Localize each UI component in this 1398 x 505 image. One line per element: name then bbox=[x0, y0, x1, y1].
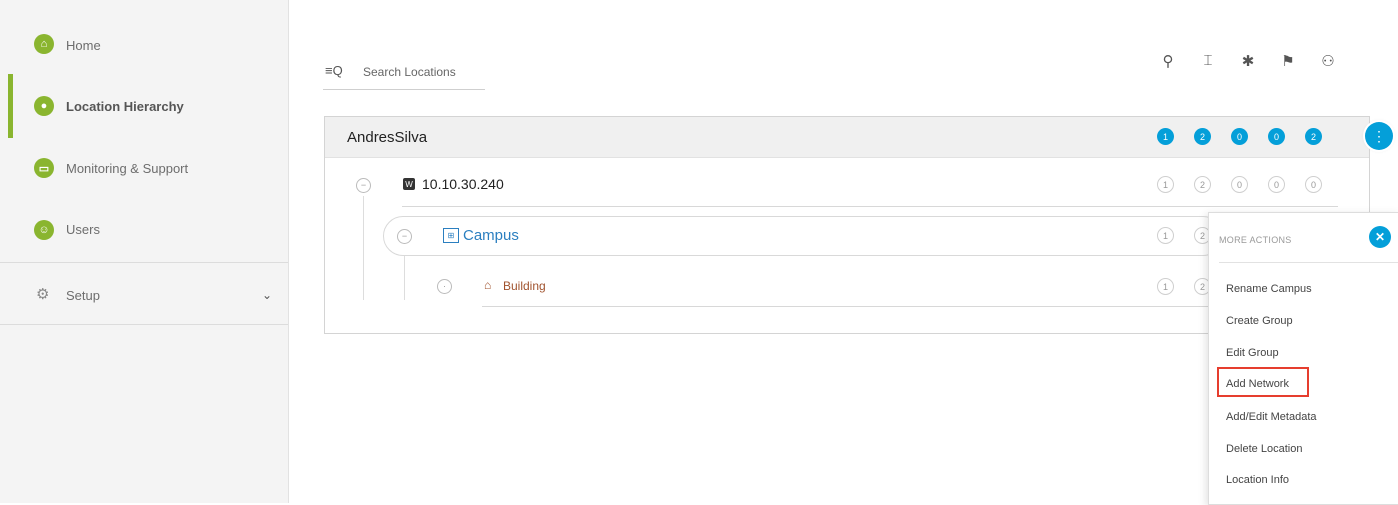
user-icon[interactable]: ⚇ bbox=[1308, 52, 1348, 70]
sidebar-item-label: Location Hierarchy bbox=[66, 99, 184, 114]
menu-title: MORE ACTIONS bbox=[1219, 235, 1292, 245]
sidebar-item-users[interactable]: ☺ Users bbox=[0, 200, 288, 260]
count-badge: 2 bbox=[1305, 128, 1322, 145]
sidebar-item-monitoring-support[interactable]: ▭ Monitoring & Support bbox=[0, 138, 288, 198]
count-badge: 0 bbox=[1231, 128, 1248, 145]
location-pin-icon: ● bbox=[34, 96, 54, 116]
count-badge: 0 bbox=[1268, 176, 1285, 193]
search-placeholder: Search Locations bbox=[363, 65, 456, 79]
toolbar-icons: ⚲ ⌶ ✱ ⚑ ⚇ bbox=[1148, 52, 1348, 70]
count-badge: 0 bbox=[1268, 128, 1285, 145]
gear-icon: ⚙ bbox=[36, 286, 50, 303]
more-actions-menu: MORE ACTIONS ✕ Rename Campus Create Grou… bbox=[1208, 212, 1398, 505]
close-icon[interactable]: ✕ bbox=[1369, 226, 1391, 248]
collapse-icon[interactable]: − bbox=[356, 178, 371, 193]
wlc-name[interactable]: 10.10.30.240 bbox=[422, 176, 504, 192]
menu-item-delete-location[interactable]: Delete Location bbox=[1226, 443, 1302, 455]
search-filter-icon: ≡Q bbox=[325, 63, 343, 78]
users-icon: ☺ bbox=[34, 220, 54, 240]
count-badge: 1 bbox=[1157, 227, 1174, 244]
tree-line bbox=[404, 256, 405, 300]
sidebar-item-location-hierarchy[interactable]: ● Location Hierarchy bbox=[0, 74, 288, 138]
count-badge: 2 bbox=[1194, 176, 1211, 193]
sidebar-item-setup[interactable]: ⚙ Setup ⌄ bbox=[0, 265, 288, 325]
count-badge: 1 bbox=[1157, 128, 1174, 145]
collapse-icon[interactable]: − bbox=[397, 229, 412, 244]
sidebar-item-home[interactable]: ⌂ Home bbox=[0, 14, 288, 74]
campus-name[interactable]: Campus bbox=[463, 227, 519, 244]
monitor-icon: ▭ bbox=[34, 158, 54, 178]
tree-line bbox=[363, 196, 364, 300]
root-counts: 1 2 0 0 2 bbox=[1157, 128, 1342, 145]
menu-item-create-group[interactable]: Create Group bbox=[1226, 315, 1293, 327]
menu-item-location-info[interactable]: Location Info bbox=[1226, 474, 1289, 486]
home-icon: ⌂ bbox=[34, 34, 54, 54]
count-badge: 1 bbox=[1157, 278, 1174, 295]
access-point-icon[interactable]: ⌶ bbox=[1188, 52, 1228, 70]
sidebar-item-label: Users bbox=[66, 222, 100, 237]
root-location-name: AndresSilva bbox=[347, 129, 428, 146]
count-badge: 1 bbox=[1157, 176, 1174, 193]
count-badge: 0 bbox=[1231, 176, 1248, 193]
divider bbox=[1219, 262, 1398, 263]
menu-item-edit-group[interactable]: Edit Group bbox=[1226, 347, 1279, 359]
sidebar-item-label: Home bbox=[66, 38, 101, 53]
count-badge: 0 bbox=[1305, 176, 1322, 193]
report-icon[interactable]: ⚑ bbox=[1268, 52, 1308, 70]
sidebar-item-label: Setup bbox=[66, 288, 100, 303]
row-divider bbox=[402, 206, 1338, 207]
sidebar-item-label: Monitoring & Support bbox=[66, 161, 189, 176]
divider bbox=[0, 262, 288, 263]
menu-item-add-edit-metadata[interactable]: Add/Edit Metadata bbox=[1226, 411, 1317, 423]
location-pin-icon[interactable]: ⚲ bbox=[1148, 52, 1188, 70]
menu-item-rename-campus[interactable]: Rename Campus bbox=[1226, 283, 1312, 295]
row-divider bbox=[482, 306, 1212, 307]
count-badge: 2 bbox=[1194, 128, 1211, 145]
building-name[interactable]: Building bbox=[503, 279, 546, 293]
expand-icon[interactable]: · bbox=[437, 279, 452, 294]
divider bbox=[0, 324, 288, 325]
more-actions-button[interactable]: ⋮ bbox=[1365, 122, 1393, 150]
building-icon: ⌂ bbox=[484, 278, 492, 292]
wlc-icon: W bbox=[403, 178, 415, 190]
highlight-box bbox=[1217, 367, 1309, 397]
search-input[interactable]: ≡Q Search Locations bbox=[323, 52, 485, 90]
bluetooth-icon[interactable]: ✱ bbox=[1228, 52, 1268, 70]
campus-icon: ⊞ bbox=[443, 228, 459, 243]
wlc-counts: 1 2 0 0 0 bbox=[1157, 176, 1342, 193]
sidebar: ⌂ Home ● Location Hierarchy ▭ Monitoring… bbox=[0, 0, 289, 503]
chevron-down-icon[interactable]: ⌄ bbox=[262, 288, 272, 302]
